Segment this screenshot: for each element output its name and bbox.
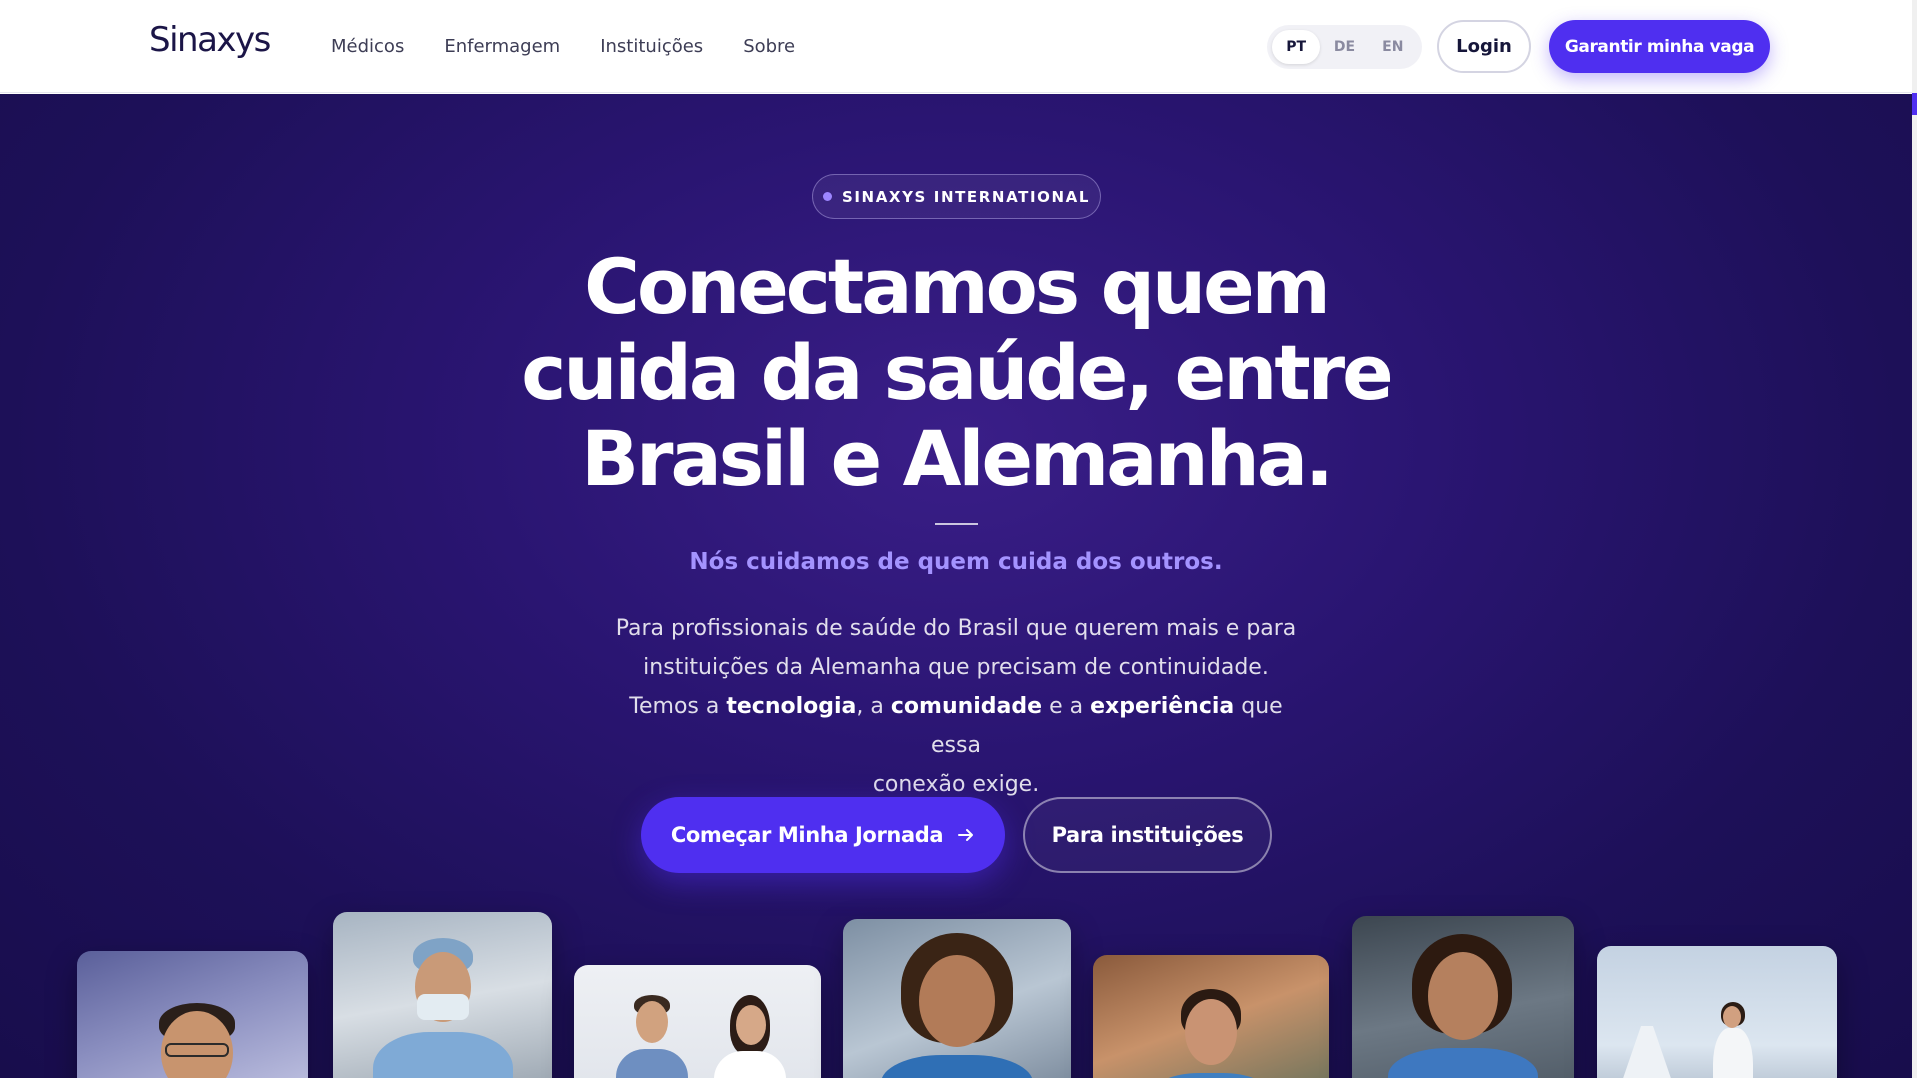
divider bbox=[935, 523, 978, 525]
language-switcher: PT DE EN bbox=[1267, 25, 1422, 69]
desc-text: Temos a bbox=[629, 694, 727, 719]
arrow-right-icon bbox=[958, 829, 974, 841]
hero-badge: SINAXYS INTERNATIONAL bbox=[812, 174, 1101, 219]
hero-tagline: Nós cuidamos de quem cuida dos outros. bbox=[689, 549, 1223, 575]
photo-card-surgeon bbox=[333, 912, 552, 1078]
logo[interactable]: Sinaxys bbox=[149, 20, 271, 60]
nav-sobre[interactable]: Sobre bbox=[743, 36, 795, 57]
desc-text: e a bbox=[1042, 694, 1091, 719]
photo-card-doctor-glasses bbox=[77, 951, 308, 1078]
photo-card-team bbox=[574, 965, 821, 1078]
description-line-3: Temos a tecnologia, a comunidade e a exp… bbox=[606, 687, 1306, 765]
headline-line-2: cuida da saúde, entre bbox=[521, 328, 1393, 417]
hero-headline: Conectamos quem cuida da saúde, entre Br… bbox=[456, 244, 1456, 502]
desc-emphasis-tecnologia: tecnologia bbox=[726, 694, 857, 719]
desc-text: , a bbox=[856, 694, 891, 719]
photo-card-nurse-outdoor bbox=[1093, 955, 1329, 1078]
nav-medicos[interactable]: Médicos bbox=[331, 36, 404, 57]
nav-instituicoes[interactable]: Instituições bbox=[600, 36, 703, 57]
hero-section: SINAXYS INTERNATIONAL Conectamos quem cu… bbox=[0, 94, 1912, 1078]
description-line-2: instituições da Alemanha que precisam de… bbox=[643, 655, 1269, 680]
start-journey-button[interactable]: Começar Minha Jornada bbox=[641, 797, 1005, 873]
scrollbar-thumb[interactable] bbox=[1912, 93, 1917, 115]
dot-icon bbox=[822, 192, 832, 201]
start-journey-label: Começar Minha Jornada bbox=[670, 823, 944, 847]
desc-emphasis-comunidade: comunidade bbox=[890, 694, 1043, 719]
reserve-spot-button[interactable]: Garantir minha vaga bbox=[1549, 20, 1770, 73]
photo-card-doctor-airplane bbox=[1597, 946, 1837, 1078]
for-institutions-button[interactable]: Para instituições bbox=[1023, 797, 1272, 873]
badge-label: SINAXYS INTERNATIONAL bbox=[841, 187, 1091, 206]
lang-en[interactable]: EN bbox=[1369, 30, 1417, 64]
description-line-1: Para profissionais de saúde do Brasil qu… bbox=[615, 616, 1297, 641]
main-nav: Médicos Enfermagem Instituições Sobre bbox=[331, 36, 795, 57]
headline-line-3: Brasil e Alemanha. bbox=[581, 414, 1334, 503]
hero-description: Para profissionais de saúde do Brasil qu… bbox=[606, 609, 1306, 804]
desc-emphasis-experiencia: experiência bbox=[1090, 694, 1235, 719]
nav-enfermagem[interactable]: Enfermagem bbox=[444, 36, 560, 57]
site-header: Sinaxys Médicos Enfermagem Instituições … bbox=[0, 0, 1912, 93]
headline-line-1: Conectamos quem bbox=[584, 242, 1331, 331]
lang-de[interactable]: DE bbox=[1320, 30, 1368, 64]
lang-pt[interactable]: PT bbox=[1272, 30, 1321, 64]
login-button[interactable]: Login bbox=[1437, 20, 1531, 73]
scrollbar[interactable] bbox=[1912, 0, 1917, 1078]
photo-card-nurse-stethoscope bbox=[1352, 916, 1574, 1078]
photo-card-nurse-curly bbox=[843, 919, 1071, 1078]
